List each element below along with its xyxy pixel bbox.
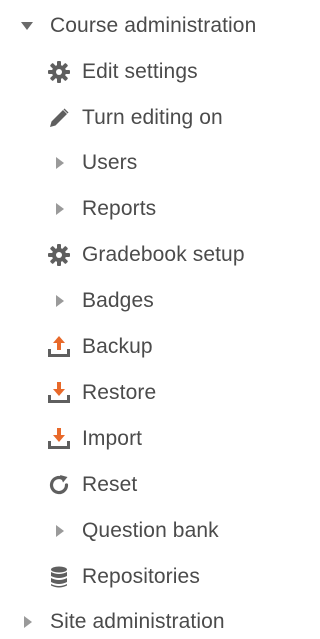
site-administration-label: Site administration: [50, 610, 225, 633]
backup-label: Backup: [82, 335, 153, 358]
site-administration-node[interactable]: Site administration: [12, 605, 225, 639]
question-bank-label: Question bank: [82, 519, 219, 542]
edit-settings-item[interactable]: Edit settings: [44, 55, 198, 89]
upload-icon: [44, 332, 74, 362]
course-administration-label: Course administration: [50, 14, 257, 37]
turn-editing-on-label: Turn editing on: [82, 106, 223, 129]
restore-label: Restore: [82, 381, 157, 404]
gradebook-setup-item[interactable]: Gradebook setup: [44, 238, 245, 272]
caret-down-icon: [12, 11, 42, 41]
turn-editing-on-item[interactable]: Turn editing on: [44, 101, 223, 135]
caret-right-icon: [44, 516, 74, 546]
question-bank-node[interactable]: Question bank: [44, 514, 219, 548]
database-icon: [44, 562, 74, 592]
gear-icon: [44, 57, 74, 87]
gradebook-setup-label: Gradebook setup: [82, 243, 245, 266]
edit-settings-label: Edit settings: [82, 60, 198, 83]
badges-node[interactable]: Badges: [44, 284, 154, 318]
caret-right-icon: [44, 286, 74, 316]
reports-label: Reports: [82, 197, 157, 220]
users-label: Users: [82, 151, 138, 174]
repositories-item[interactable]: Repositories: [44, 560, 200, 594]
reports-node[interactable]: Reports: [44, 192, 156, 226]
caret-right-icon: [12, 607, 42, 637]
caret-right-icon: [44, 148, 74, 178]
badges-label: Badges: [82, 289, 154, 312]
download-icon: [44, 378, 74, 408]
pencil-icon: [44, 103, 74, 133]
download-icon: [44, 424, 74, 454]
gear-icon: [44, 240, 74, 270]
import-label: Import: [82, 427, 143, 450]
reset-label: Reset: [82, 473, 138, 496]
import-item[interactable]: Import: [44, 422, 142, 456]
repositories-label: Repositories: [82, 565, 200, 588]
backup-item[interactable]: Backup: [44, 330, 153, 364]
restore-item[interactable]: Restore: [44, 376, 156, 410]
reset-item[interactable]: Reset: [44, 468, 137, 502]
reset-icon: [44, 470, 74, 500]
caret-right-icon: [44, 194, 74, 224]
course-administration-node[interactable]: Course administration: [12, 9, 256, 43]
users-node[interactable]: Users: [44, 146, 137, 180]
